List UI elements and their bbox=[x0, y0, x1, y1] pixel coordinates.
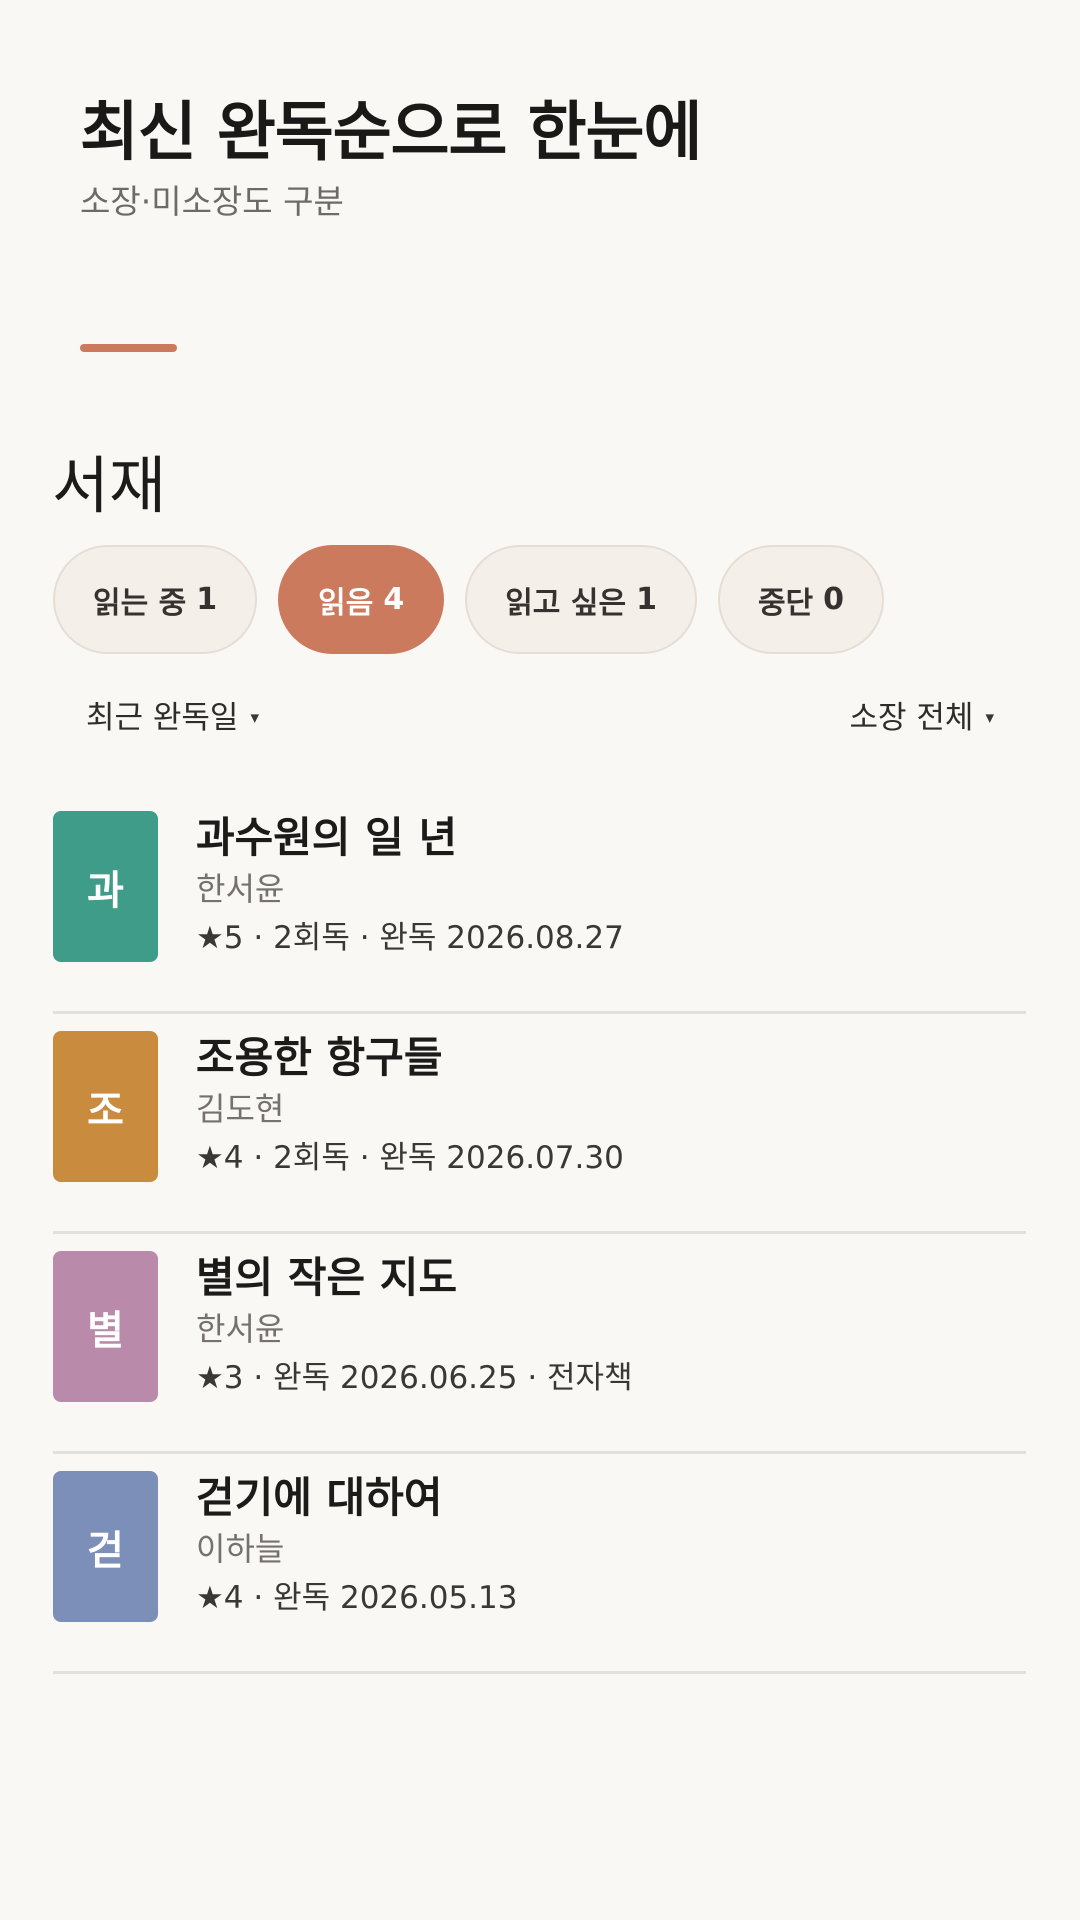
book-author: 한서윤 bbox=[196, 1310, 285, 1348]
book-cover: 조 bbox=[53, 1031, 158, 1182]
book-info: 과수원의 일 년 한서윤 ★5 · 2회독 · 완독 2026.08.27 bbox=[196, 812, 1026, 962]
filter-chip-stopped[interactable]: 중단 0 bbox=[717, 545, 885, 654]
book-author: 이하늘 bbox=[196, 1530, 285, 1568]
cover-initial: 걷 bbox=[87, 1527, 124, 1574]
accent-divider bbox=[80, 344, 177, 352]
chip-label: 중단 bbox=[757, 585, 814, 621]
ownership-dropdown[interactable]: 소장 전체 ▾ bbox=[850, 694, 994, 742]
filter-chip-reading[interactable]: 읽는 중 1 bbox=[53, 545, 258, 654]
book-cover: 별 bbox=[53, 1251, 158, 1402]
book-author: 한서윤 bbox=[196, 870, 285, 908]
list-item[interactable]: 별 별의 작은 지도 한서윤 ★3 · 완독 2026.06.25 · 전자책 bbox=[53, 1234, 1026, 1454]
chip-label: 읽음 bbox=[318, 585, 374, 621]
book-meta: ★5 · 2회독 · 완독 2026.08.27 bbox=[196, 920, 624, 956]
header: 최신 완독순으로 한눈에 소장·미소장도 구분 bbox=[80, 88, 1000, 224]
book-title: 과수원의 일 년 bbox=[196, 813, 458, 862]
book-meta: ★4 · 완독 2026.05.13 bbox=[196, 1580, 518, 1616]
page-subtitle: 소장·미소장도 구분 bbox=[80, 182, 344, 221]
chip-label: 읽고 싶은 bbox=[505, 585, 627, 621]
list-item[interactable]: 조 조용한 항구들 김도현 ★4 · 2회독 · 완독 2026.07.30 bbox=[53, 1014, 1026, 1234]
page-title: 최신 완독순으로 한눈에 bbox=[80, 96, 702, 170]
cover-initial: 조 bbox=[87, 1087, 124, 1134]
book-info: 조용한 항구들 김도현 ★4 · 2회독 · 완독 2026.07.30 bbox=[196, 1032, 1026, 1182]
chip-count: 4 bbox=[383, 582, 405, 617]
book-meta: ★4 · 2회독 · 완독 2026.07.30 bbox=[196, 1140, 624, 1176]
chip-count: 0 bbox=[823, 582, 845, 617]
filter-chip-want-to-read[interactable]: 읽고 싶은 1 bbox=[465, 545, 697, 654]
sort-row: 최근 완독일 ▾ 소장 전체 ▾ bbox=[86, 694, 994, 742]
book-info: 별의 작은 지도 한서윤 ★3 · 완독 2026.06.25 · 전자책 bbox=[196, 1252, 1026, 1402]
filter-chips: 읽는 중 1 읽음 4 읽고 싶은 1 중단 0 bbox=[53, 545, 885, 654]
caret-down-icon: ▾ bbox=[985, 708, 994, 728]
book-info: 걷기에 대하여 이하늘 ★4 · 완독 2026.05.13 bbox=[196, 1472, 1026, 1622]
book-list: 과 과수원의 일 년 한서윤 ★5 · 2회독 · 완독 2026.08.27 … bbox=[53, 794, 1026, 1674]
list-item[interactable]: 과 과수원의 일 년 한서윤 ★5 · 2회독 · 완독 2026.08.27 bbox=[53, 794, 1026, 1014]
book-title: 별의 작은 지도 bbox=[196, 1253, 458, 1302]
ownership-label: 소장 전체 bbox=[849, 700, 974, 736]
cover-initial: 별 bbox=[87, 1307, 124, 1354]
chip-count: 1 bbox=[636, 582, 657, 617]
book-title: 걷기에 대하여 bbox=[196, 1473, 443, 1522]
book-meta: ★3 · 완독 2026.06.25 · 전자책 bbox=[196, 1360, 633, 1396]
section-title: 서재 bbox=[52, 449, 167, 522]
book-author: 김도현 bbox=[196, 1090, 285, 1128]
cover-initial: 과 bbox=[87, 867, 124, 914]
list-item[interactable]: 걷 걷기에 대하여 이하늘 ★4 · 완독 2026.05.13 bbox=[53, 1454, 1026, 1674]
chip-label: 읽는 중 bbox=[93, 585, 187, 621]
sort-order-dropdown[interactable]: 최근 완독일 ▾ bbox=[86, 694, 259, 742]
caret-down-icon: ▾ bbox=[250, 708, 260, 728]
sort-order-label: 최근 완독일 bbox=[86, 700, 239, 736]
book-cover: 과 bbox=[53, 811, 158, 962]
filter-chip-read[interactable]: 읽음 4 bbox=[278, 545, 445, 654]
book-cover: 걷 bbox=[53, 1471, 158, 1622]
chip-count: 1 bbox=[196, 582, 218, 617]
book-title: 조용한 항구들 bbox=[196, 1033, 443, 1082]
